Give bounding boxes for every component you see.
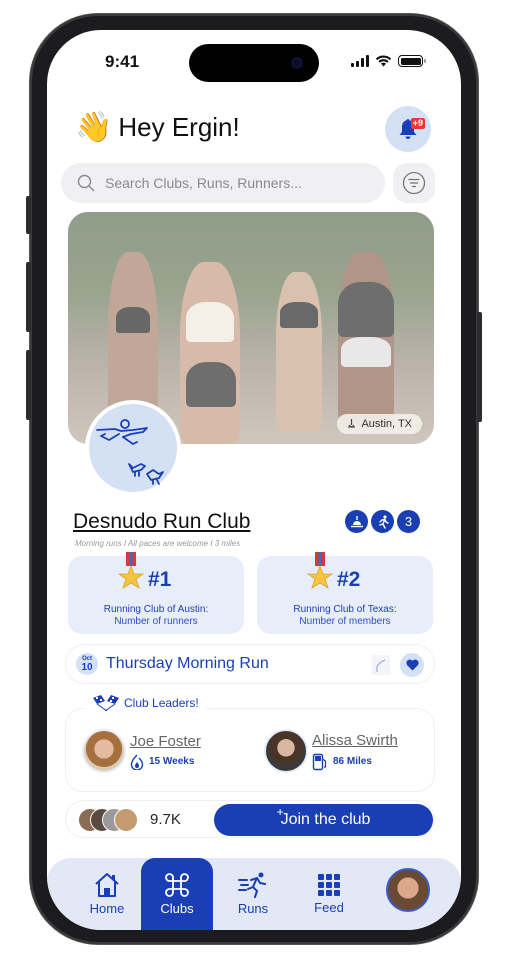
search-input[interactable] [105,175,365,191]
heart-icon [405,659,419,671]
tab-label: Runs [237,901,269,916]
club-tags: 3 [345,510,420,533]
volume-down-button [26,350,31,420]
tab-home[interactable]: Home [71,858,143,930]
leader-stat: 15 Weeks [130,754,201,770]
tab-label: Home [89,901,125,916]
rank-title: Running Club of Texas: [293,604,397,615]
route-icon [376,659,386,672]
leader-avatar[interactable] [264,729,308,773]
grid-icon [318,874,340,896]
calendar-icon: Oct 10 [76,653,98,675]
member-avatars[interactable] [78,808,140,832]
medal-icon [307,552,333,589]
tab-label: Feed [314,900,344,915]
tab-bar: Home Clubs Runs Feed [47,858,461,930]
ranking-card[interactable]: #2 Running Club of Texas: Number of memb… [257,552,433,634]
fuel-icon [312,753,327,770]
wifi-icon [375,55,392,67]
rank-number: #2 [337,568,361,591]
member-avatar [114,808,138,832]
checkered-flags-icon [93,695,119,711]
greeting: 👋 Hey Ergin! [75,110,240,145]
camera-icon [291,57,303,69]
tab-feed[interactable]: Feed [293,858,365,930]
rank-number: #1 [148,568,172,591]
sunrise-tag[interactable] [345,510,368,533]
command-icon [165,873,189,897]
club-leaders-heading: Club Leaders! [85,695,205,711]
tab-runs[interactable]: Runs [217,858,289,930]
club-subtitle: Morning runs I All paces are welcome I 3… [75,539,241,548]
ranking-card[interactable]: #1 Running Club of Austin: Number of run… [68,552,244,634]
runner-icon [238,872,266,898]
tab-clubs[interactable]: Clubs [141,858,213,930]
dynamic-island [189,44,319,82]
status-icons [351,55,426,67]
member-count: 9.7K [150,811,181,828]
join-club-label: Join the club [280,811,371,828]
tag-count[interactable]: 3 [397,510,420,533]
event-name: Thursday Morning Run [106,655,269,672]
home-icon [95,873,119,897]
medal-icon [118,552,144,589]
runner-icon [378,514,389,529]
leader-stat-value: 86 Miles [333,756,372,767]
favorite-button[interactable] [400,653,424,677]
location-pin-icon [348,419,356,428]
join-club-button[interactable]: + Join the club [214,804,433,836]
action-button [26,196,31,234]
leader-item[interactable]: Joe Foster 15 Weeks [82,729,201,773]
screen: 9:41 👋 Hey Ergin! +9 Austin, TX [47,30,461,930]
search-icon [77,174,95,192]
event-day: 10 [81,662,93,673]
sunrise-icon [350,515,363,527]
leader-name[interactable]: Joe Foster [130,733,201,750]
route-map-thumbnail[interactable] [372,655,390,675]
tab-label: Clubs [160,901,194,916]
event-card[interactable]: Oct 10 Thursday Morning Run [65,644,435,684]
club-logo [85,400,181,496]
leader-stat-value: 15 Weeks [149,756,195,767]
club-leaders-card: Joe Foster 15 Weeks Alissa Swirth 86 Mil… [65,708,435,792]
leader-name[interactable]: Alissa Swirth [312,732,398,749]
notification-badge: +9 [410,118,425,129]
membership-bar: 9.7K + Join the club [65,800,435,838]
streak-icon [130,754,144,770]
rank-title: Running Club of Austin: [103,604,209,615]
rank-subtitle: Number of runners [114,616,198,627]
notifications-button[interactable]: +9 [385,106,431,152]
rank-subtitle: Number of members [299,616,391,627]
waving-hand-icon: 👋 [75,111,113,144]
search-bar[interactable] [61,163,385,203]
battery-icon [398,55,426,67]
runner-with-chickens-icon [96,419,164,485]
power-button [477,312,482,422]
club-leaders-title: Club Leaders! [124,696,199,710]
filter-icon [402,171,426,195]
profile-avatar[interactable] [386,868,430,912]
location-pill: Austin, TX [337,414,422,434]
leader-stat: 86 Miles [312,753,398,771]
runner-tag[interactable] [371,510,394,533]
greeting-title: Hey Ergin! [118,112,240,142]
club-name[interactable]: Desnudo Run Club [73,510,250,534]
leader-item[interactable]: Alissa Swirth 86 Miles [264,729,398,773]
cellular-signal-icon [351,55,369,67]
filter-button[interactable] [393,163,435,203]
leader-avatar[interactable] [82,729,126,773]
volume-up-button [26,262,31,332]
status-time: 9:41 [105,52,140,71]
location-text: Austin, TX [361,418,412,430]
plus-icon: + [276,805,284,819]
